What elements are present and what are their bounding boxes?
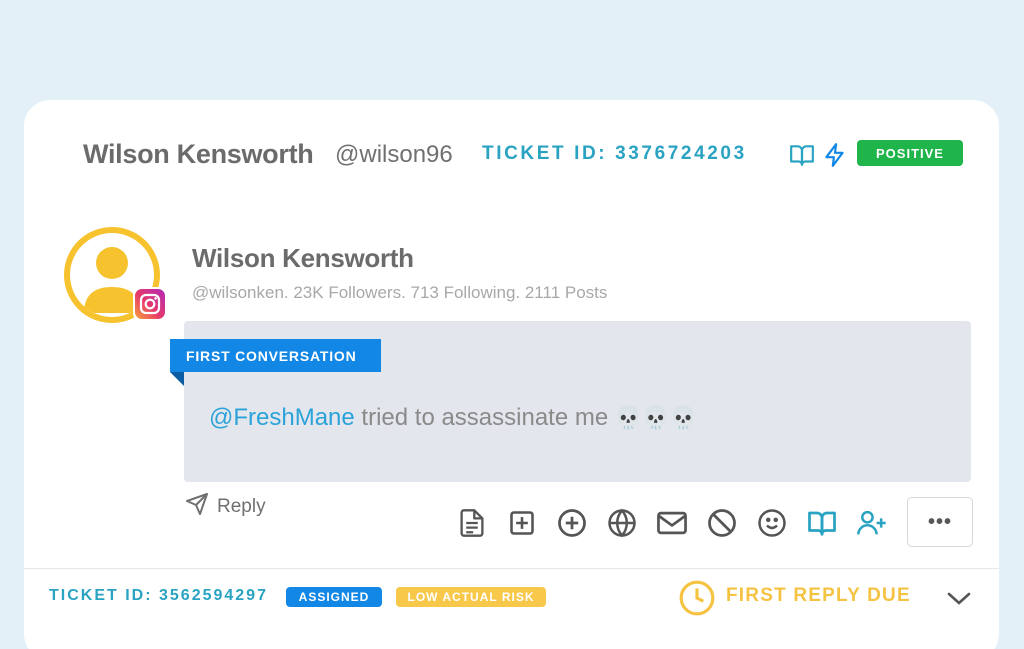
- message-mention[interactable]: @FreshMane: [209, 404, 355, 431]
- book-icon[interactable]: [806, 507, 838, 539]
- customer-name: Wilson Kensworth: [83, 139, 314, 169]
- post-author-meta: @wilsonken. 23K Followers. 713 Following…: [192, 283, 608, 302]
- ribbon-fold: [170, 372, 184, 386]
- mail-icon[interactable]: [656, 507, 688, 539]
- first-reply-due-label: FIRST REPLY DUE: [726, 585, 911, 606]
- assigned-badge: ASSIGNED: [286, 587, 382, 607]
- block-icon[interactable]: [706, 507, 738, 539]
- chevron-down-icon[interactable]: [945, 587, 973, 609]
- message-body: tried to assassinate me: [354, 404, 615, 431]
- skull-emoji: 💀💀💀: [614, 406, 698, 431]
- footer-ticket-id[interactable]: TICKET ID: 3562594297: [49, 587, 268, 605]
- reply-button[interactable]: Reply: [185, 493, 266, 521]
- book-icon[interactable]: [789, 142, 815, 168]
- sentiment-badge: POSITIVE: [857, 140, 963, 166]
- globe-icon[interactable]: [606, 507, 638, 539]
- more-options-button[interactable]: •••: [907, 497, 973, 547]
- clock-icon: [678, 579, 716, 617]
- message-text: @FreshMane tried to assassinate me 💀💀💀: [209, 404, 697, 432]
- lightning-icon[interactable]: [822, 142, 848, 168]
- add-user-icon[interactable]: [856, 507, 888, 539]
- add-square-icon[interactable]: [506, 507, 538, 539]
- risk-badge: LOW ACTUAL RISK: [396, 587, 546, 607]
- reply-label: Reply: [217, 496, 266, 517]
- send-icon: [185, 492, 209, 522]
- ticket-id[interactable]: TICKET ID: 3376724203: [482, 143, 747, 165]
- instagram-icon: [133, 287, 167, 321]
- divider: [24, 568, 999, 569]
- post-author-name[interactable]: Wilson Kensworth: [192, 243, 414, 274]
- add-circle-icon[interactable]: [556, 507, 588, 539]
- first-conversation-ribbon: FIRST CONVERSATION: [170, 339, 381, 372]
- smile-icon[interactable]: [756, 507, 788, 539]
- document-icon[interactable]: [456, 507, 488, 539]
- customer-handle: @wilson96: [335, 141, 453, 168]
